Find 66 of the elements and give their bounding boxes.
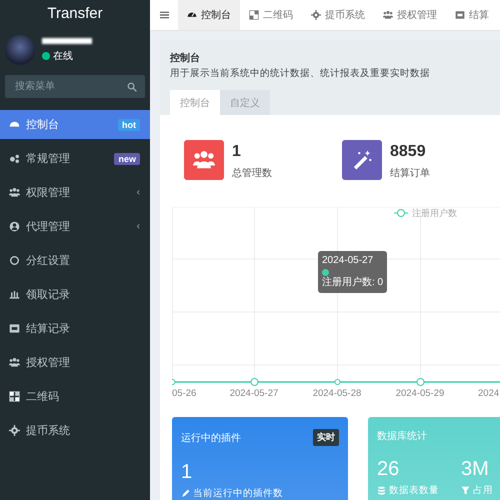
nav-tab[interactable]: 结算: [446, 0, 498, 30]
filter-icon: [461, 486, 470, 495]
users-icon: [9, 357, 20, 368]
nav-tab[interactable]: 二维码: [240, 0, 302, 30]
nav-tab[interactable]: 授权管理: [374, 0, 446, 30]
card-icon: [9, 323, 20, 334]
metric-label: 占用: [473, 484, 493, 497]
card-icon: [455, 10, 465, 20]
menu-item[interactable]: 二维码: [0, 382, 150, 411]
database-icon: [377, 486, 386, 495]
menu-icon[interactable]: [160, 11, 168, 19]
status-text: 在线: [53, 50, 73, 62]
caret-icon: ‹: [136, 187, 140, 198]
metric-label: 数据表数量: [389, 484, 439, 497]
columns-icon: [9, 289, 20, 300]
menu-item[interactable]: 代理管理 ‹: [0, 212, 150, 241]
menu-item[interactable]: 授权管理: [0, 348, 150, 377]
metric-value: 1: [181, 461, 194, 484]
pen-icon: [181, 489, 190, 498]
menu-item[interactable]: 控制台 hot: [0, 110, 150, 139]
search-input[interactable]: 搜索菜单: [13, 80, 127, 93]
caret-icon: ‹: [136, 221, 140, 232]
stat-label: 总管理数: [232, 166, 272, 180]
x-axis-label: 2024-05-29: [396, 388, 444, 399]
users-icon: [193, 149, 215, 171]
circle-icon: [9, 255, 20, 266]
qrcode-icon: [9, 391, 20, 402]
realtime-badge: 实时: [313, 429, 339, 446]
menu-item[interactable]: 提币系统: [0, 416, 150, 445]
menu-item[interactable]: 领取记录: [0, 280, 150, 309]
stat-value: 8859: [390, 143, 427, 161]
nav-tab[interactable]: 提币系统: [302, 0, 374, 30]
users-icon: [383, 10, 393, 20]
x-axis-label: 2024: [478, 388, 500, 399]
search-icon[interactable]: [127, 82, 137, 92]
magic-wand-icon: [351, 149, 373, 171]
menu-item[interactable]: 结算记录: [0, 314, 150, 343]
tooltip-date: 2024-05-27: [322, 254, 374, 268]
metric-label: 当前运行中的插件数: [193, 487, 283, 500]
search-field[interactable]: 搜索菜单: [5, 75, 145, 98]
x-axis-label: 2024-05-27: [230, 388, 278, 399]
x-axis-label: 2024-05-28: [312, 388, 362, 399]
page-title: 控制台: [170, 52, 201, 65]
card-title: 数据库统计: [377, 430, 427, 443]
metric-value: 26: [377, 458, 400, 481]
menu-badge: new: [114, 152, 140, 164]
stat-label: 结算订单: [390, 166, 430, 180]
menu-badge: hot: [118, 118, 140, 130]
users-icon: [9, 187, 20, 198]
menu-item[interactable]: 常规管理 new: [0, 144, 150, 173]
user-circle-icon: [9, 221, 20, 232]
page-description: 用于展示当前系统中的统计数据、统计报表及重要实时数据: [170, 67, 431, 80]
nav-tab[interactable]: 控制台: [178, 0, 240, 30]
card-title: 运行中的插件: [181, 432, 241, 444]
legend-marker-icon: [394, 209, 408, 217]
avatar: [5, 35, 35, 65]
menu-item[interactable]: 分红设置: [0, 246, 150, 275]
blurred-username: [42, 38, 92, 44]
x-axis-label: 05-26: [172, 388, 196, 399]
cogs-icon: [9, 153, 20, 164]
qrcode-icon: [249, 10, 259, 20]
series-dot: [322, 268, 329, 276]
metric-value: 3M: [461, 458, 490, 481]
tooltip-value: 注册用户数: 0: [322, 268, 384, 290]
menu-item[interactable]: 权限管理 ‹: [0, 178, 150, 207]
stat-value: 1: [232, 143, 242, 161]
